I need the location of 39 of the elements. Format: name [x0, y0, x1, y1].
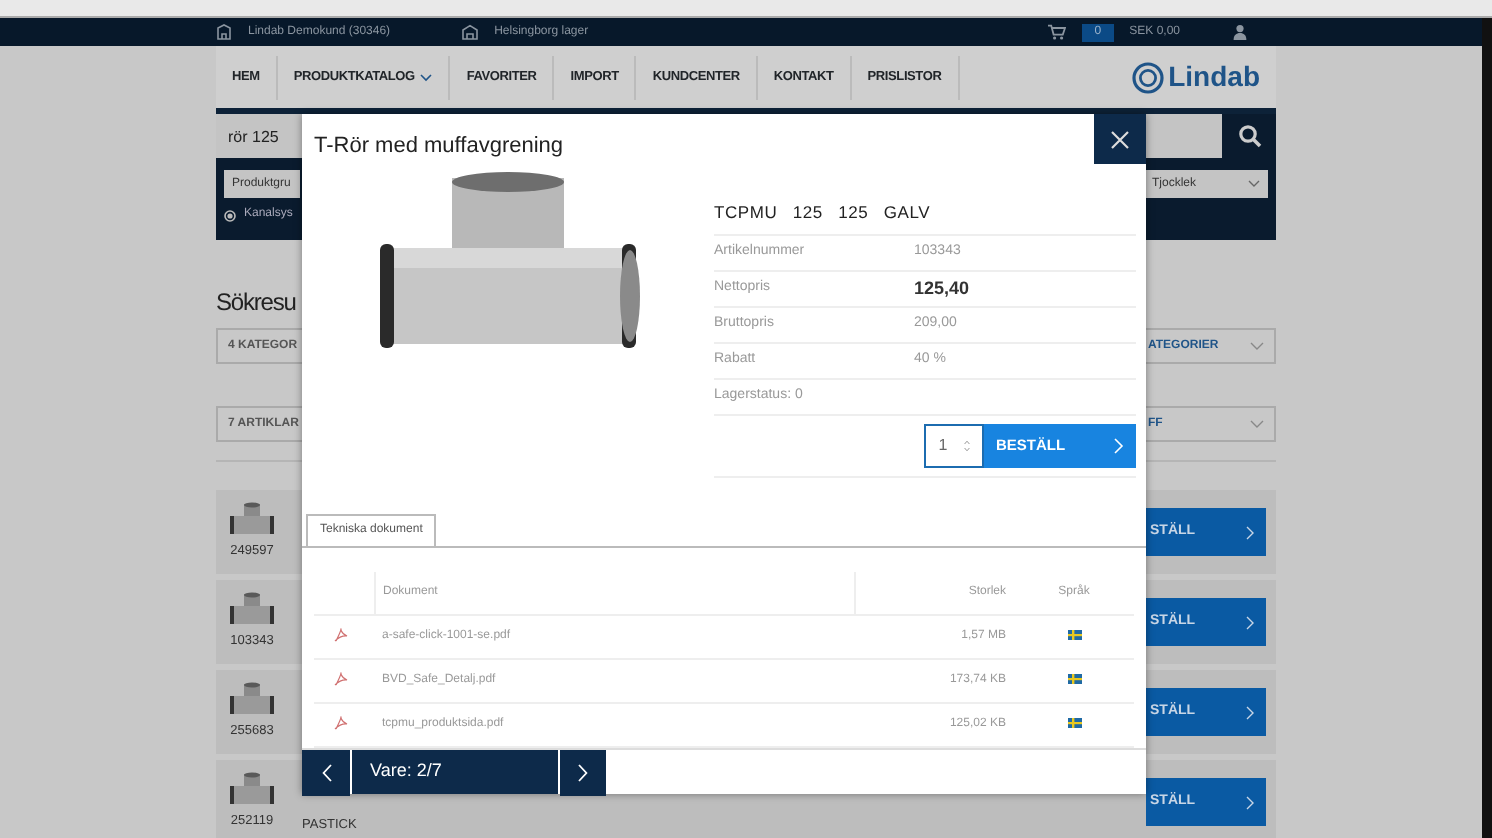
chevron-right-icon: [578, 764, 588, 782]
pdf-icon: [334, 627, 348, 642]
close-icon: [1110, 129, 1130, 149]
chevron-right-icon: [1246, 615, 1254, 629]
spec-value: 125,40: [914, 275, 970, 302]
pipe-tee-icon: [228, 592, 276, 629]
warehouse-icon: [462, 24, 479, 40]
chevron-down-icon: [1250, 420, 1264, 428]
next-button[interactable]: [560, 750, 606, 796]
pipe-tee-icon: [228, 772, 276, 809]
pipe-tee-icon: [228, 502, 276, 539]
building-icon: [216, 24, 232, 40]
close-button[interactable]: [1094, 114, 1146, 164]
swedish-flag-icon: [1067, 673, 1081, 684]
item-counter: Vare: 2/7: [352, 750, 558, 794]
brand-logo: Lindab: [1168, 58, 1260, 96]
user-icon: [1232, 24, 1248, 40]
quantity-field[interactable]: 1: [924, 424, 984, 468]
product-code: TCPMU 125 125 GALV: [714, 200, 1136, 236]
chevron-down-icon: [1248, 180, 1260, 188]
cart-icon: [1048, 24, 1067, 40]
logo-icon: [1132, 61, 1165, 93]
chevron-right-icon: [1246, 525, 1254, 539]
search-icon: [1237, 124, 1261, 148]
chevron-down-icon: [420, 73, 433, 81]
results-heading: Sökresu: [216, 286, 296, 320]
swedish-flag-icon: [1067, 717, 1081, 728]
previous-button[interactable]: [302, 750, 350, 796]
chevron-right-icon: [1246, 795, 1254, 809]
modal-title: T-Rör med muffavgrening: [312, 132, 564, 162]
spinner-icon: [963, 440, 970, 452]
chevron-right-icon: [1114, 438, 1124, 454]
swedish-flag-icon: [1067, 629, 1081, 640]
chevron-left-icon: [321, 764, 331, 782]
pdf-icon: [334, 671, 348, 686]
pipe-tee-icon: [228, 682, 276, 719]
pdf-icon: [334, 715, 348, 730]
chevron-right-icon: [1246, 705, 1254, 719]
chevron-down-icon: [1250, 342, 1264, 350]
